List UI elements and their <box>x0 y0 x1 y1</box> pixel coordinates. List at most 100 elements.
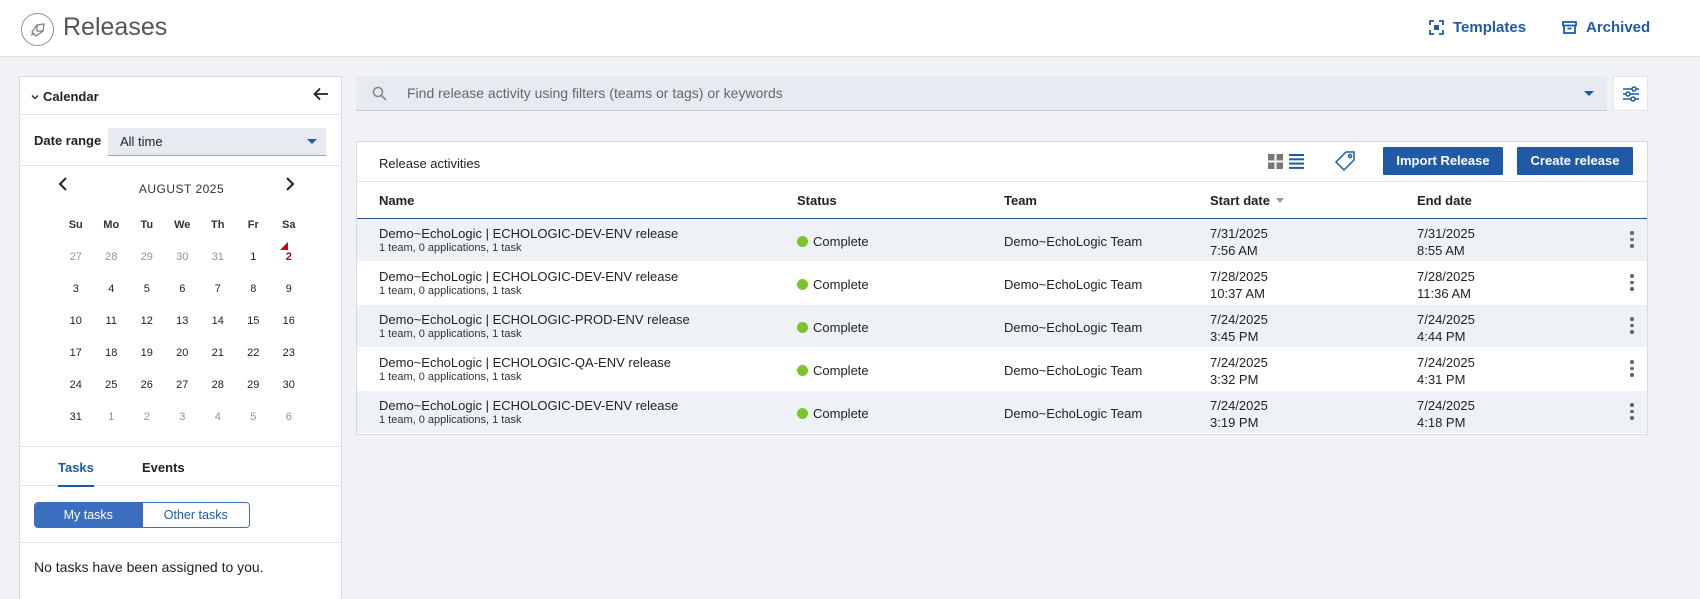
row-actions-kebab-icon[interactable] <box>1630 317 1636 334</box>
calendar-day[interactable]: 3 <box>165 411 201 423</box>
calendar-day[interactable]: 7 <box>200 283 236 295</box>
calendar-day[interactable]: 27 <box>165 379 201 391</box>
calendar-day[interactable]: 9 <box>271 283 307 295</box>
date-range-select[interactable]: All time <box>108 128 326 156</box>
my-tasks-button[interactable]: My tasks <box>35 503 142 527</box>
collapse-panel-icon[interactable] <box>313 87 329 101</box>
calendar-day[interactable]: 12 <box>129 315 165 327</box>
column-header-status[interactable]: Status <box>797 193 837 208</box>
calendar-day[interactable]: 28 <box>200 379 236 391</box>
column-header-name[interactable]: Name <box>379 193 414 208</box>
end-time: 4:44 PM <box>1417 329 1466 344</box>
calendar-day[interactable]: 13 <box>165 315 201 327</box>
calendar-day[interactable]: 21 <box>200 347 236 359</box>
tab-tasks[interactable]: Tasks <box>58 460 94 487</box>
column-label: Name <box>379 193 415 208</box>
status-text: Complete <box>813 320 869 335</box>
calendar-day[interactable]: 29 <box>129 251 165 263</box>
team-cell: Demo~EchoLogic Team <box>1004 363 1143 378</box>
calendar-day[interactable]: 3 <box>58 283 94 295</box>
calendar-day[interactable]: 24 <box>58 379 94 391</box>
release-name-link[interactable]: Demo~EchoLogic | ECHOLOGIC-DEV-ENV relea… <box>379 269 678 284</box>
row-actions-kebab-icon[interactable] <box>1630 274 1636 291</box>
grid-view-icon[interactable] <box>1268 154 1283 169</box>
archived-link[interactable]: Archived <box>1562 19 1650 36</box>
create-release-button[interactable]: Create release <box>1517 147 1633 175</box>
calendar-day[interactable]: 4 <box>200 411 236 423</box>
team-cell: Demo~EchoLogic Team <box>1004 234 1143 249</box>
calendar-day[interactable]: 20 <box>165 347 201 359</box>
calendar-day[interactable]: 19 <box>129 347 165 359</box>
status-cell: Complete <box>797 277 869 292</box>
table-row[interactable]: Demo~EchoLogic | ECHOLOGIC-DEV-ENV relea… <box>357 262 1647 305</box>
table-row[interactable]: Demo~EchoLogic | ECHOLOGIC-QA-ENV releas… <box>357 348 1647 391</box>
calendar-day[interactable]: 6 <box>271 411 307 423</box>
calendar-day[interactable]: 14 <box>200 315 236 327</box>
start-time: 7:56 AM <box>1210 243 1258 258</box>
calendar-week-row: 3456789 <box>58 273 312 305</box>
row-actions-kebab-icon[interactable] <box>1630 231 1636 248</box>
search-bar[interactable]: Find release activity using filters (tea… <box>356 76 1607 111</box>
table-row[interactable]: Demo~EchoLogic | ECHOLOGIC-DEV-ENV relea… <box>357 391 1647 434</box>
calendar-day[interactable]: 1 <box>94 411 130 423</box>
calendar-day[interactable]: 23 <box>271 347 307 359</box>
release-name-link[interactable]: Demo~EchoLogic | ECHOLOGIC-DEV-ENV relea… <box>379 226 678 241</box>
release-name-link[interactable]: Demo~EchoLogic | ECHOLOGIC-QA-ENV releas… <box>379 355 671 370</box>
status-complete-icon <box>797 365 808 376</box>
start-date-cell: 7/24/2025 3:32 PM <box>1210 354 1268 388</box>
calendar-day[interactable]: 31 <box>200 251 236 263</box>
calendar-header: Calendar <box>20 77 341 115</box>
tab-events[interactable]: Events <box>142 460 185 475</box>
filter-settings-button[interactable] <box>1613 76 1648 111</box>
table-row[interactable]: Demo~EchoLogic | ECHOLOGIC-DEV-ENV relea… <box>357 219 1647 262</box>
column-header-end-date[interactable]: End date <box>1417 193 1472 208</box>
calendar-toggle[interactable]: Calendar <box>31 89 99 104</box>
archived-label: Archived <box>1586 19 1651 36</box>
calendar-day[interactable]: 17 <box>58 347 94 359</box>
other-tasks-button[interactable]: Other tasks <box>141 503 249 527</box>
month-navigation: AUGUST 2025 <box>20 167 343 209</box>
calendar-day[interactable]: 6 <box>165 283 201 295</box>
calendar-week-row: 24 25 26 27 28 29 30 <box>58 369 312 401</box>
calendar-day[interactable]: 28 <box>94 251 130 263</box>
list-view-icon[interactable] <box>1289 154 1304 169</box>
release-name-link[interactable]: Demo~EchoLogic | ECHOLOGIC-PROD-ENV rele… <box>379 312 690 327</box>
row-actions-kebab-icon[interactable] <box>1630 360 1636 377</box>
calendar-day[interactable]: 2 <box>129 411 165 423</box>
calendar-day[interactable]: 11 <box>94 315 130 327</box>
calendar-day-today[interactable]: 2 <box>271 242 307 263</box>
calendar-day[interactable]: 5 <box>236 411 272 423</box>
import-release-button[interactable]: Import Release <box>1383 147 1503 175</box>
search-dropdown-caret-icon[interactable] <box>1584 91 1594 96</box>
start-date: 7/24/2025 <box>1210 355 1268 370</box>
calendar-day[interactable]: 29 <box>236 379 272 391</box>
calendar-day[interactable]: 10 <box>58 315 94 327</box>
end-date-cell: 7/24/2025 4:18 PM <box>1417 397 1475 431</box>
calendar-day[interactable]: 8 <box>236 283 272 295</box>
calendar-day[interactable]: 25 <box>94 379 130 391</box>
calendar-day[interactable]: 16 <box>271 315 307 327</box>
calendar-day[interactable]: 30 <box>271 379 307 391</box>
next-month-icon[interactable] <box>285 176 295 192</box>
column-header-team[interactable]: Team <box>1004 193 1037 208</box>
calendar-day[interactable]: 22 <box>236 347 272 359</box>
dow-label: Tu <box>140 219 154 231</box>
calendar-day[interactable]: 1 <box>236 251 272 263</box>
calendar-day[interactable]: 26 <box>129 379 165 391</box>
calendar-day[interactable]: 5 <box>129 283 165 295</box>
calendar-week-row: 27 28 29 30 31 1 2 <box>58 241 312 273</box>
tag-icon[interactable] <box>1334 150 1356 172</box>
row-actions-kebab-icon[interactable] <box>1630 403 1636 420</box>
column-header-start-date[interactable]: Start date <box>1210 193 1284 208</box>
calendar-day[interactable]: 4 <box>94 283 130 295</box>
end-date-cell: 7/31/2025 8:55 AM <box>1417 225 1475 259</box>
calendar-day[interactable]: 18 <box>94 347 130 359</box>
calendar-day[interactable]: 27 <box>58 251 94 263</box>
calendar-day[interactable]: 30 <box>165 251 201 263</box>
table-row[interactable]: Demo~EchoLogic | ECHOLOGIC-PROD-ENV rele… <box>357 305 1647 348</box>
calendar-day[interactable]: 15 <box>236 315 272 327</box>
calendar-day[interactable]: 31 <box>58 411 94 423</box>
release-summary: 1 team, 0 applications, 1 task <box>379 285 522 297</box>
templates-link[interactable]: Templates <box>1429 19 1526 36</box>
release-name-link[interactable]: Demo~EchoLogic | ECHOLOGIC-DEV-ENV relea… <box>379 398 678 413</box>
